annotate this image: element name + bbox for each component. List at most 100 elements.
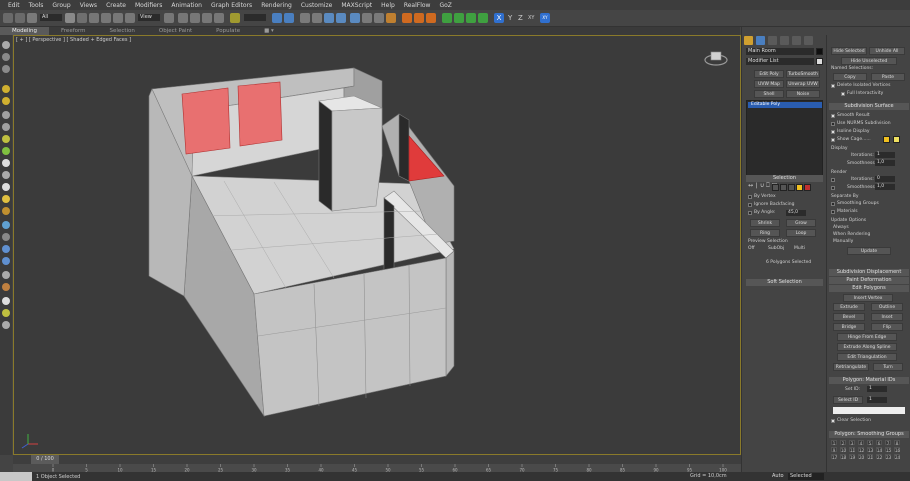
bridge-button[interactable]: Bridge	[833, 323, 865, 331]
material-editor-icon[interactable]	[350, 13, 360, 23]
strip-icon-20[interactable]	[2, 283, 10, 291]
menu-rendering[interactable]: Rendering	[261, 2, 292, 9]
render-icon[interactable]	[386, 13, 396, 23]
edit-named-selection-icon[interactable]	[230, 13, 240, 23]
unhide-all-button[interactable]: Unhide All	[869, 47, 905, 55]
modifier-list-dropdown[interactable]: Modifier List	[746, 58, 814, 65]
smoothing-group-button[interactable]: 17	[831, 454, 837, 460]
smoothing-group-button[interactable]: 20	[858, 454, 864, 460]
smoothing-group-button[interactable]: 7	[885, 440, 891, 446]
smoothing-group-button[interactable]: 18	[840, 454, 846, 460]
align-icon[interactable]	[284, 13, 294, 23]
smoothing-group-button[interactable]: 9	[831, 447, 837, 453]
render-iterations-checkbox[interactable]	[831, 178, 835, 182]
strip-icon-18[interactable]	[2, 257, 10, 265]
menu-group[interactable]: Group	[52, 2, 70, 9]
strip-icon-13[interactable]	[2, 195, 10, 203]
strip-icon-17[interactable]	[2, 245, 10, 253]
goz-icon-1[interactable]	[442, 13, 452, 23]
scale-icon[interactable]	[125, 13, 135, 23]
smoothing-group-button[interactable]: 11	[849, 447, 855, 453]
subdivision-surface-rollout[interactable]: Subdivision Surface	[829, 103, 909, 110]
strip-icon-12[interactable]	[2, 183, 10, 191]
redo-icon[interactable]	[15, 13, 25, 23]
region-select-icon[interactable]	[89, 13, 99, 23]
axis-z-button[interactable]: Z	[518, 14, 523, 22]
smoothing-group-button[interactable]: 19	[849, 454, 855, 460]
select-id-button[interactable]: Select ID	[833, 396, 863, 404]
extrude-button[interactable]: Extrude	[833, 303, 865, 311]
ring-button[interactable]: Ring	[750, 229, 780, 237]
smooth-result-checkbox[interactable]	[831, 114, 835, 118]
link-icon[interactable]	[27, 13, 37, 23]
display-tab-icon[interactable]	[792, 36, 801, 45]
smoothing-group-button[interactable]: 22	[876, 454, 882, 460]
menu-goz[interactable]: GoZ	[439, 2, 451, 9]
track-bar[interactable]: 0 5 10 15 20 25 30 35 40 45 50 55 60 65 70 75 80 85 90 95 10…	[13, 464, 741, 472]
schematic-view-icon[interactable]	[336, 13, 346, 23]
strip-icon-21[interactable]	[2, 297, 10, 305]
strip-icon-3[interactable]	[2, 65, 10, 73]
render-iterations-spinner[interactable]: 0	[875, 176, 895, 182]
hide-selected-button[interactable]: Hide Selected	[831, 47, 867, 55]
outline-button[interactable]: Outline	[871, 303, 903, 311]
render-smoothness-spinner[interactable]: 1,0	[875, 184, 895, 190]
smoothing-group-button[interactable]: 10	[840, 447, 846, 453]
strip-icon-8[interactable]	[2, 135, 10, 143]
paste-button[interactable]: Paste	[871, 73, 905, 81]
rendered-frame-icon[interactable]	[374, 13, 384, 23]
undo-icon[interactable]	[3, 13, 13, 23]
axis-xy-button[interactable]: XY	[528, 15, 534, 21]
strip-icon-11[interactable]	[2, 171, 10, 179]
utilities-tab-icon[interactable]	[804, 36, 813, 45]
edit-triangulation-button[interactable]: Edit Triangulation	[837, 353, 897, 361]
insert-vertex-button[interactable]: Insert Vertex	[843, 294, 893, 302]
menu-create[interactable]: Create	[106, 2, 126, 9]
turn-button[interactable]: Turn	[873, 363, 903, 371]
perspective-viewport[interactable]: [ + ] [ Perspective ] [ Shaded + Edged F…	[13, 35, 741, 455]
unwrap-uvw-button[interactable]: Unwrap UVW	[786, 80, 820, 88]
snap-icon[interactable]	[178, 13, 188, 23]
hierarchy-tab-icon[interactable]	[768, 36, 777, 45]
smoothing-group-button[interactable]: 12	[858, 447, 864, 453]
goz-icon-4[interactable]	[478, 13, 488, 23]
axis-y-button[interactable]: Y	[508, 14, 512, 22]
cage-color-swatch-1[interactable]	[883, 136, 890, 143]
smoothing-group-button[interactable]: 15	[885, 447, 891, 453]
shrink-button[interactable]: Shrink	[750, 219, 780, 227]
menu-realflow[interactable]: RealFlow	[404, 2, 431, 9]
strip-icon-19[interactable]	[2, 271, 10, 279]
cage-color-swatch-2[interactable]	[893, 136, 900, 143]
hide-unselected-button[interactable]: Hide Unselected	[841, 57, 897, 65]
select-id-spinner[interactable]: 1	[867, 397, 887, 403]
key-filter-dropdown[interactable]: Selected	[788, 473, 824, 480]
update-always-radio[interactable]: Always	[833, 225, 849, 230]
menu-edit[interactable]: Edit	[8, 2, 20, 9]
percent-snap-icon[interactable]	[202, 13, 212, 23]
vertex-mode-icon[interactable]	[772, 184, 779, 191]
realflow-icon-1[interactable]	[402, 13, 412, 23]
motion-tab-icon[interactable]	[780, 36, 789, 45]
smoothing-group-button[interactable]: 2	[840, 440, 846, 446]
smoothing-group-button[interactable]: 3	[849, 440, 855, 446]
viewcube-icon[interactable]	[704, 50, 728, 66]
update-manually-radio[interactable]: Manually	[833, 239, 853, 244]
show-cage-checkbox[interactable]	[831, 138, 835, 142]
tab-freeform[interactable]: Freeform	[49, 27, 98, 35]
noise-button[interactable]: Noise	[786, 90, 820, 98]
strip-icon-9[interactable]	[2, 147, 10, 155]
smoothing-group-button[interactable]: 5	[867, 440, 873, 446]
render-setup-icon[interactable]	[362, 13, 372, 23]
graphite-icon[interactable]	[312, 13, 322, 23]
angle-spinner[interactable]: 45,0	[786, 210, 806, 216]
clear-selection-checkbox[interactable]	[831, 419, 835, 423]
move-icon[interactable]	[101, 13, 111, 23]
edge-mode-icon[interactable]	[780, 184, 787, 191]
smoothness-spinner[interactable]: 1,0	[875, 160, 895, 166]
hinge-from-edge-button[interactable]: Hinge From Edge	[837, 333, 897, 341]
ignore-backfacing-checkbox[interactable]	[748, 203, 752, 207]
smoothing-groups-checkbox[interactable]	[831, 202, 835, 206]
object-name-field[interactable]: Main Room	[746, 48, 814, 55]
auto-key-button[interactable]: Auto	[772, 473, 784, 479]
realflow-icon-3[interactable]	[426, 13, 436, 23]
